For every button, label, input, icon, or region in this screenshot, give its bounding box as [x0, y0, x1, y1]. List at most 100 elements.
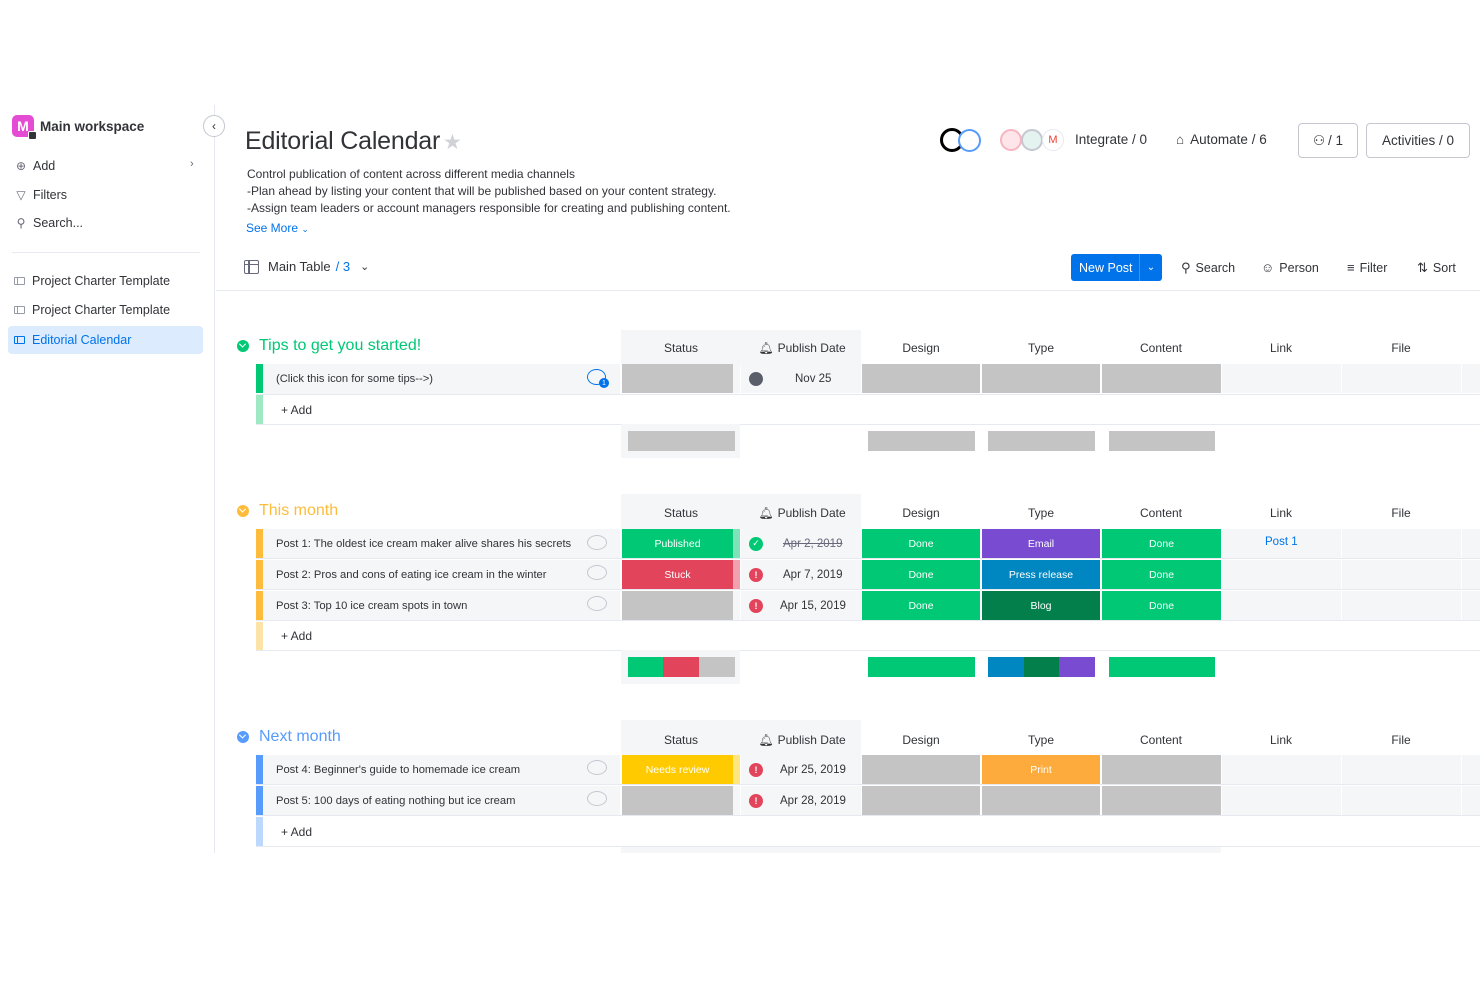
- date-cell[interactable]: ! Apr 28, 2019: [741, 786, 861, 815]
- column-header-status[interactable]: Status: [621, 506, 741, 520]
- sidebar-board-item-active[interactable]: Editorial Calendar: [8, 326, 203, 354]
- content-cell[interactable]: [1102, 786, 1221, 815]
- column-header-design[interactable]: Design: [861, 733, 981, 747]
- column-header-type[interactable]: Type: [981, 506, 1101, 520]
- column-header-file[interactable]: File: [1341, 506, 1461, 520]
- column-header-date[interactable]: 🔔︎ Publish Date: [742, 733, 862, 747]
- table-row[interactable]: (Click this icon for some tips-->): [263, 364, 620, 394]
- link-cell[interactable]: [1222, 591, 1341, 620]
- column-header-type[interactable]: Type: [981, 733, 1101, 747]
- status-summary[interactable]: [628, 657, 735, 677]
- type-summary[interactable]: [988, 431, 1095, 451]
- table-row[interactable]: Post 1: The oldest ice cream maker alive…: [263, 529, 620, 559]
- conversation-icon[interactable]: [587, 791, 607, 806]
- add-item-row[interactable]: + Add: [263, 621, 1480, 651]
- column-header-file[interactable]: File: [1341, 733, 1461, 747]
- group-collapse-icon[interactable]: [237, 340, 249, 352]
- file-cell[interactable]: [1342, 529, 1461, 558]
- file-cell[interactable]: [1342, 560, 1461, 589]
- type-summary[interactable]: [988, 657, 1095, 677]
- automate-button[interactable]: ⌂ Automate / 6: [1176, 132, 1267, 147]
- column-header-content[interactable]: Content: [1101, 341, 1221, 355]
- link-cell[interactable]: [1222, 786, 1341, 815]
- group-title[interactable]: Tips to get you started!: [237, 337, 421, 355]
- status-cell[interactable]: [622, 591, 733, 620]
- column-header-link[interactable]: Link: [1221, 341, 1341, 355]
- content-cell[interactable]: Done: [1102, 529, 1221, 558]
- date-cell[interactable]: Nov 25: [741, 364, 861, 393]
- link-cell[interactable]: [1222, 755, 1341, 784]
- sidebar-filters-button[interactable]: ▽ Filters: [14, 188, 67, 202]
- conversation-icon[interactable]: [587, 596, 607, 611]
- status-cell[interactable]: Needs review: [622, 755, 733, 784]
- person-filter-button[interactable]: ☺ Person: [1261, 260, 1319, 275]
- table-row[interactable]: Post 4: Beginner's guide to homemade ice…: [263, 755, 620, 785]
- type-cell[interactable]: [982, 364, 1100, 393]
- filter-button[interactable]: ≡ Filter: [1347, 260, 1387, 275]
- status-cell[interactable]: [622, 364, 733, 393]
- activities-button[interactable]: Activities / 0: [1366, 123, 1470, 158]
- see-more-link[interactable]: See More ⌄: [246, 221, 309, 235]
- add-item-row[interactable]: + Add: [263, 817, 1480, 847]
- file-cell[interactable]: [1342, 591, 1461, 620]
- column-header-file[interactable]: File: [1341, 341, 1461, 355]
- content-cell[interactable]: [1102, 755, 1221, 784]
- column-header-content[interactable]: Content: [1101, 506, 1221, 520]
- design-cell[interactable]: [862, 364, 980, 393]
- tips-icon[interactable]: 1: [587, 369, 609, 388]
- group-title[interactable]: This month: [237, 502, 338, 520]
- new-post-button[interactable]: New Post ⌄: [1071, 254, 1162, 281]
- column-header-content[interactable]: Content: [1101, 733, 1221, 747]
- column-header-status[interactable]: Status: [621, 341, 741, 355]
- sidebar-board-item[interactable]: Project Charter Template: [8, 267, 203, 295]
- date-cell[interactable]: ! Apr 25, 2019: [741, 755, 861, 784]
- design-summary[interactable]: [868, 431, 975, 451]
- design-cell[interactable]: [862, 755, 980, 784]
- type-cell[interactable]: Email: [982, 529, 1100, 558]
- date-cell[interactable]: ✓ Apr 2, 2019: [741, 529, 861, 558]
- column-header-date[interactable]: 🔔︎ Publish Date: [742, 341, 862, 355]
- design-summary[interactable]: [868, 657, 975, 677]
- column-header-design[interactable]: Design: [861, 506, 981, 520]
- group-collapse-icon[interactable]: [237, 505, 249, 517]
- type-cell[interactable]: Blog: [982, 591, 1100, 620]
- status-summary[interactable]: [628, 431, 735, 451]
- add-item-row[interactable]: + Add: [263, 395, 1480, 425]
- column-header-type[interactable]: Type: [981, 341, 1101, 355]
- group-title[interactable]: Next month: [237, 728, 341, 746]
- chevron-down-icon[interactable]: ⌄: [1139, 254, 1162, 281]
- column-header-date[interactable]: 🔔︎ Publish Date: [742, 506, 862, 520]
- type-cell[interactable]: Press release: [982, 560, 1100, 589]
- content-summary[interactable]: [1109, 431, 1215, 451]
- sidebar-add-button[interactable]: ⊕ Add: [14, 159, 55, 173]
- link-cell[interactable]: [1222, 364, 1341, 393]
- design-cell[interactable]: Done: [862, 591, 980, 620]
- members-button[interactable]: ⚇/ 1: [1298, 123, 1358, 158]
- file-cell[interactable]: [1342, 786, 1461, 815]
- search-button[interactable]: ⚲ Search: [1181, 260, 1235, 276]
- conversation-icon[interactable]: [587, 760, 607, 775]
- status-cell[interactable]: Stuck: [622, 560, 733, 589]
- sort-button[interactable]: ⇅ Sort: [1417, 260, 1456, 276]
- content-summary[interactable]: [1109, 657, 1215, 677]
- column-header-status[interactable]: Status: [621, 733, 741, 747]
- date-cell[interactable]: ! Apr 15, 2019: [741, 591, 861, 620]
- table-row[interactable]: Post 2: Pros and cons of eating ice crea…: [263, 560, 620, 590]
- content-cell[interactable]: Done: [1102, 560, 1221, 589]
- sidebar-board-item[interactable]: Project Charter Template: [8, 296, 203, 324]
- column-header-design[interactable]: Design: [861, 341, 981, 355]
- status-cell[interactable]: [622, 786, 733, 815]
- integrate-button[interactable]: Integrate / 0: [1075, 132, 1147, 147]
- table-row[interactable]: Post 3: Top 10 ice cream spots in town: [263, 591, 620, 621]
- content-cell[interactable]: Done: [1102, 591, 1221, 620]
- column-header-link[interactable]: Link: [1221, 506, 1341, 520]
- chevron-right-icon[interactable]: ›: [190, 158, 194, 170]
- link-cell[interactable]: [1222, 560, 1341, 589]
- workspace-switcher[interactable]: M Main workspace: [12, 115, 144, 140]
- board-title[interactable]: Editorial Calendar: [245, 127, 440, 156]
- file-cell[interactable]: [1342, 755, 1461, 784]
- file-cell[interactable]: [1342, 364, 1461, 393]
- view-tab-main-table[interactable]: Main Table / 3 ⌄: [244, 259, 369, 274]
- design-cell[interactable]: Done: [862, 560, 980, 589]
- column-header-link[interactable]: Link: [1221, 733, 1341, 747]
